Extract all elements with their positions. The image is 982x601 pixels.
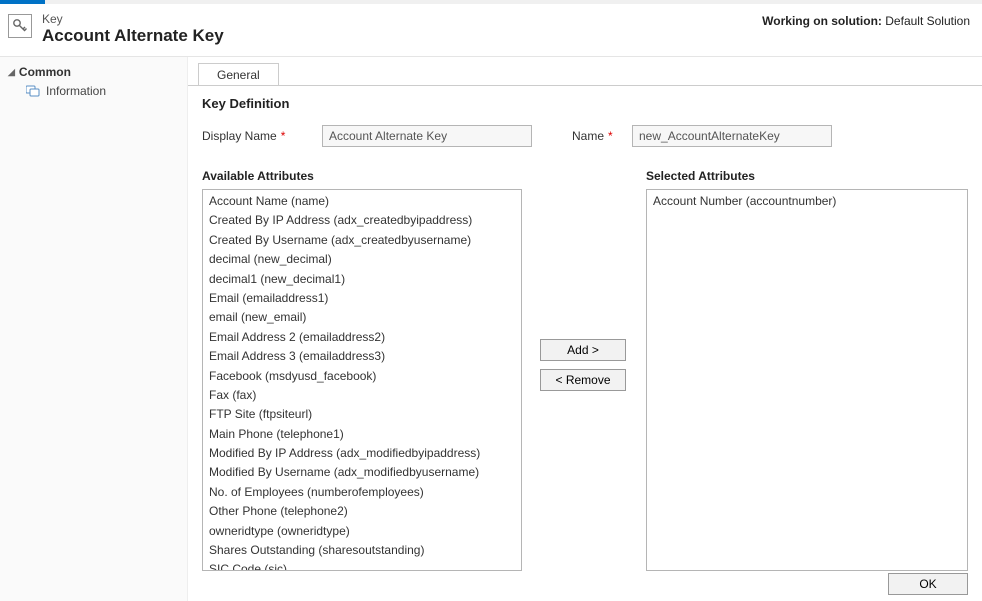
tab-panel-general: Key Definition Display Name* Name* bbox=[188, 85, 982, 601]
list-item[interactable]: decimal (new_decimal) bbox=[207, 250, 517, 269]
list-item[interactable]: Shares Outstanding (sharesoutstanding) bbox=[207, 541, 517, 560]
caret-down-icon: ◢ bbox=[8, 67, 15, 78]
sidebar: ◢ Common Information bbox=[0, 57, 188, 601]
list-item[interactable]: Facebook (msdyusd_facebook) bbox=[207, 367, 517, 386]
information-icon bbox=[26, 85, 40, 97]
list-item[interactable]: Created By IP Address (adx_createdbyipad… bbox=[207, 211, 517, 230]
solution-context: Working on solution: Default Solution bbox=[762, 14, 970, 28]
list-item[interactable]: owneridtype (owneridtype) bbox=[207, 522, 517, 541]
sidebar-item-label: Information bbox=[46, 84, 106, 98]
tab-general[interactable]: General bbox=[198, 63, 279, 86]
list-item[interactable]: Email Address 3 (emailaddress3) bbox=[207, 347, 517, 366]
list-item[interactable]: SIC Code (sic) bbox=[207, 560, 517, 571]
list-item[interactable]: email (new_email) bbox=[207, 308, 517, 327]
list-item[interactable]: No. of Employees (numberofemployees) bbox=[207, 483, 517, 502]
page-title: Account Alternate Key bbox=[42, 26, 762, 46]
sidebar-group-label: Common bbox=[19, 65, 71, 79]
page-header: Key Account Alternate Key Working on sol… bbox=[0, 4, 982, 57]
list-item[interactable]: Account Number (accountnumber) bbox=[651, 192, 963, 211]
list-item[interactable]: FTP Site (ftpsiteurl) bbox=[207, 405, 517, 424]
selected-attributes-title: Selected Attributes bbox=[646, 169, 968, 183]
list-item[interactable]: Modified By Username (adx_modifiedbyuser… bbox=[207, 463, 517, 482]
name-label: Name* bbox=[572, 129, 622, 143]
ok-button[interactable]: OK bbox=[888, 573, 968, 595]
tab-strip: General bbox=[198, 63, 982, 86]
name-input[interactable] bbox=[632, 125, 832, 147]
list-item[interactable]: Other Phone (telephone2) bbox=[207, 502, 517, 521]
list-item[interactable]: Email Address 2 (emailaddress2) bbox=[207, 328, 517, 347]
list-item[interactable]: Modified By IP Address (adx_modifiedbyip… bbox=[207, 444, 517, 463]
list-item[interactable]: decimal1 (new_decimal1) bbox=[207, 270, 517, 289]
section-title: Key Definition bbox=[202, 96, 968, 111]
sidebar-group-common[interactable]: ◢ Common bbox=[0, 63, 187, 81]
remove-button[interactable]: < Remove bbox=[540, 369, 626, 391]
display-name-input[interactable] bbox=[322, 125, 532, 147]
entity-type-label: Key bbox=[42, 12, 762, 26]
display-name-label: Display Name* bbox=[202, 129, 312, 143]
available-attributes-title: Available Attributes bbox=[202, 169, 522, 183]
list-item[interactable]: Fax (fax) bbox=[207, 386, 517, 405]
list-item[interactable]: Created By Username (adx_createdbyuserna… bbox=[207, 231, 517, 250]
list-item[interactable]: Email (emailaddress1) bbox=[207, 289, 517, 308]
key-icon bbox=[8, 14, 32, 38]
sidebar-item-information[interactable]: Information bbox=[0, 81, 187, 101]
selected-attributes-listbox[interactable]: Account Number (accountnumber) bbox=[646, 189, 968, 571]
list-item[interactable]: Main Phone (telephone1) bbox=[207, 425, 517, 444]
add-button[interactable]: Add > bbox=[540, 339, 626, 361]
available-attributes-listbox[interactable]: Account Name (name)Created By IP Address… bbox=[202, 189, 522, 571]
list-item[interactable]: Account Name (name) bbox=[207, 192, 517, 211]
